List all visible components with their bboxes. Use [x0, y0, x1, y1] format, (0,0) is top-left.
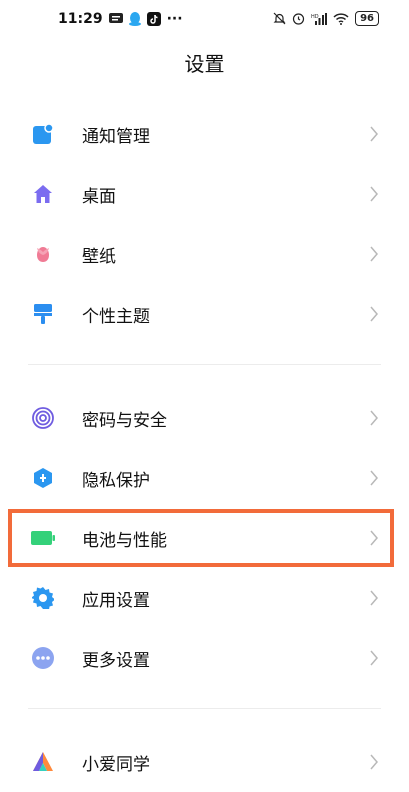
settings-item-password-security[interactable]: 密码与安全: [0, 388, 409, 448]
settings-item-desktop[interactable]: 桌面: [0, 164, 409, 224]
page-title: 设置: [184, 52, 225, 76]
settings-item-label: 壁纸: [82, 246, 116, 267]
section-divider: [28, 708, 381, 709]
svg-text:HD: HD: [311, 14, 319, 20]
status-left: 11:29 ···: [58, 11, 183, 27]
chevron-right-icon: [370, 590, 378, 606]
status-time: 11:29: [58, 11, 103, 27]
settings-item-notifications[interactable]: 通知管理: [0, 104, 409, 164]
qq-icon: [128, 12, 141, 26]
status-right: HD 96: [273, 11, 379, 26]
settings-item-label: 应用设置: [82, 590, 150, 611]
more-icon: [31, 646, 55, 670]
battery-level: 96: [355, 11, 379, 26]
settings-item-label: 小爱同学: [82, 754, 150, 775]
settings-item-more-settings[interactable]: 更多设置: [0, 628, 409, 688]
settings-item-xiaoai[interactable]: 小爱同学: [0, 732, 409, 792]
chevron-right-icon: [370, 470, 378, 486]
signal-icon: HD: [311, 12, 328, 25]
chevron-right-icon: [370, 410, 378, 426]
chevron-right-icon: [370, 246, 378, 262]
tiktok-icon: [146, 12, 161, 26]
more-notifications-dots: ···: [166, 11, 183, 27]
settings-item-label: 桌面: [82, 186, 116, 207]
notification-icon: [31, 122, 55, 146]
settings-item-wallpaper[interactable]: 壁纸: [0, 224, 409, 284]
alarm-icon: [292, 12, 305, 25]
settings-item-label: 通知管理: [82, 126, 150, 147]
chevron-right-icon: [370, 306, 378, 322]
settings-item-label: 更多设置: [82, 650, 150, 671]
status-bar: 11:29 ··· HD 96: [0, 0, 409, 40]
gear-icon: [31, 586, 55, 610]
settings-item-privacy[interactable]: 隐私保护: [0, 448, 409, 508]
fingerprint-icon: [31, 406, 55, 430]
highlight-box: [8, 509, 394, 567]
shield-icon: [31, 466, 55, 490]
xiaoai-icon: [31, 750, 55, 774]
tulip-icon: [31, 242, 55, 266]
settings-item-theme[interactable]: 个性主题: [0, 284, 409, 344]
chevron-right-icon: [370, 126, 378, 142]
home-icon: [31, 182, 55, 206]
settings-item-label: 隐私保护: [82, 470, 150, 491]
chevron-right-icon: [370, 650, 378, 666]
settings-item-label: 密码与安全: [82, 410, 167, 431]
chevron-right-icon: [370, 186, 378, 202]
mute-icon: [273, 12, 286, 25]
wifi-icon: [333, 12, 349, 25]
settings-item-app-settings[interactable]: 应用设置: [0, 568, 409, 628]
message-icon: [108, 13, 123, 25]
section-divider: [28, 364, 381, 365]
paint-brush-icon: [31, 302, 55, 326]
settings-item-label: 个性主题: [82, 306, 150, 327]
chevron-right-icon: [370, 754, 378, 770]
